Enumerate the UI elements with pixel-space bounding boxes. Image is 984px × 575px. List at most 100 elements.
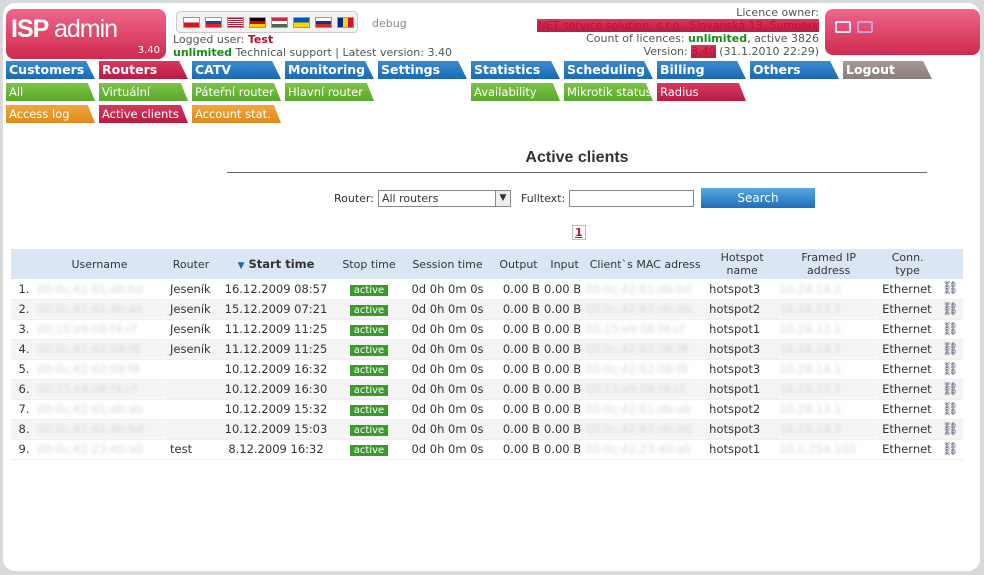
session-time-cell: 0d 0h 0m 0s bbox=[402, 279, 493, 300]
hotspot-cell: hotspot3 bbox=[705, 279, 780, 300]
submenu-active-clients[interactable]: Active clients bbox=[99, 105, 188, 123]
col-session-time[interactable]: Session time bbox=[402, 249, 493, 279]
submenu-mikrotik-status[interactable]: Mikrotik status bbox=[564, 83, 653, 101]
menu-settings[interactable]: Settings bbox=[378, 61, 467, 79]
router-select[interactable]: All routers ▼ bbox=[377, 190, 511, 207]
submenu-account-stat[interactable]: Account stat. bbox=[192, 105, 281, 123]
output-cell: 0.00 B bbox=[493, 359, 544, 380]
conn-type-cell: Ethernet bbox=[878, 299, 938, 320]
menu-catv[interactable]: CATV bbox=[192, 61, 281, 79]
flag-hu-icon[interactable] bbox=[271, 16, 288, 28]
submenu-availability[interactable]: Availability bbox=[471, 83, 560, 101]
flag-sk-icon[interactable] bbox=[205, 16, 222, 28]
row-action: ⛓ bbox=[937, 299, 963, 320]
status-badge: active bbox=[349, 385, 389, 396]
menu-logout[interactable]: Logout bbox=[843, 61, 932, 79]
submenu-paterni-router[interactable]: Páteřní router bbox=[192, 83, 281, 101]
table-row: 4. 00:0c:42:62:08:f8 Jeseník 11.12.2009 11:… bbox=[11, 339, 963, 360]
table-row: 3. 00:15:e9:08:f4:cf Jeseník 11.12.2009 11:… bbox=[11, 319, 963, 340]
search-button[interactable]: Search bbox=[701, 188, 815, 208]
col-stop-time[interactable]: Stop time bbox=[336, 249, 402, 279]
session-time-cell: 0d 0h 0m 0s bbox=[402, 379, 493, 400]
stop-time-cell: active bbox=[336, 299, 402, 320]
menu-statistics[interactable]: Statistics bbox=[471, 61, 560, 79]
stop-time-cell: active bbox=[336, 279, 402, 300]
link-icon[interactable]: ⛓ bbox=[942, 442, 959, 457]
flag-ua-icon[interactable] bbox=[293, 16, 310, 28]
status-badge: active bbox=[349, 284, 389, 296]
table-row: 8. 00:0c:42:61:db:bd 10.12.2009 15:03 activ… bbox=[11, 419, 963, 440]
pagination-page-1[interactable]: 1 bbox=[572, 225, 586, 240]
table-row: 1. 00:0c:42:61:db:bd Jeseník 16.12.2009 08:… bbox=[11, 279, 963, 300]
status-badge: active bbox=[349, 305, 389, 316]
submenu-radius[interactable]: Radius bbox=[657, 83, 746, 101]
hotspot-cell: hotspot3 bbox=[705, 419, 780, 440]
flag-us-icon[interactable] bbox=[227, 16, 244, 28]
monitor-icon[interactable] bbox=[835, 21, 851, 33]
col-conn-type[interactable]: Conn. type bbox=[878, 249, 938, 279]
debug-link[interactable]: debug bbox=[372, 17, 407, 30]
submenu-all[interactable]: All bbox=[6, 83, 95, 101]
submenu-hlavni-router[interactable]: Hlavní router bbox=[285, 83, 374, 101]
start-time-cell: 10.12.2009 16:30 bbox=[216, 379, 336, 400]
menu-routers[interactable]: Routers bbox=[99, 61, 188, 79]
page-title: Active clients bbox=[525, 149, 629, 166]
router-cell: Jeseník bbox=[166, 299, 216, 320]
menu-monitoring[interactable]: Monitoring bbox=[285, 61, 374, 79]
flag-ro-icon[interactable] bbox=[337, 16, 354, 28]
menu-scheduling[interactable]: Scheduling bbox=[564, 61, 653, 79]
col-username[interactable]: Username bbox=[33, 249, 166, 279]
logo-version: 3.40 bbox=[137, 45, 160, 56]
flag-ru-icon[interactable] bbox=[315, 16, 332, 28]
logged-label: Logged user: bbox=[173, 33, 245, 46]
framed-ip-cell: 10.0.254.100 bbox=[779, 439, 879, 460]
col-hotspot[interactable]: Hotspot name bbox=[705, 249, 780, 279]
link-icon[interactable]: ⛓ bbox=[942, 302, 959, 317]
fulltext-input[interactable] bbox=[569, 190, 695, 207]
col-mac[interactable]: Client`s MAC adress bbox=[585, 249, 706, 279]
col-router[interactable]: Router bbox=[166, 249, 216, 279]
hotspot-cell: hotspot3 bbox=[705, 339, 780, 360]
menu-others[interactable]: Others bbox=[750, 61, 839, 79]
link-icon[interactable]: ⛓ bbox=[942, 342, 959, 357]
monitor-alt-icon[interactable] bbox=[857, 21, 873, 33]
submenu-access-log[interactable]: Access log bbox=[6, 105, 95, 123]
output-cell: 0.00 B bbox=[493, 319, 544, 340]
link-icon[interactable]: ⛓ bbox=[942, 382, 959, 397]
support-unlimited: unlimited bbox=[173, 46, 233, 59]
link-icon[interactable]: ⛓ bbox=[942, 322, 959, 337]
menu-billing[interactable]: Billing bbox=[657, 61, 746, 79]
stop-time-cell: active bbox=[336, 419, 402, 440]
submenu-virtualni-router[interactable]: Virtuální router bbox=[99, 83, 188, 101]
mac-cell: 00:0c:42:61:db:bd bbox=[585, 419, 706, 440]
chevron-down-icon[interactable]: ▼ bbox=[494, 191, 510, 206]
col-input[interactable]: Input bbox=[544, 249, 586, 279]
row-action: ⛓ bbox=[937, 339, 963, 360]
link-icon[interactable]: ⛓ bbox=[942, 402, 959, 417]
start-time-cell: 10.12.2009 15:32 bbox=[216, 399, 336, 420]
link-icon[interactable]: ⛓ bbox=[942, 362, 959, 377]
link-icon[interactable]: ⛓ bbox=[942, 422, 959, 437]
col-start-time[interactable]: ▼ Start time bbox=[216, 249, 336, 279]
row-action: ⛓ bbox=[937, 399, 963, 420]
support-text[interactable]: Technical support | Latest version: 3.40 bbox=[236, 46, 452, 59]
hotspot-cell: hotspot1 bbox=[705, 439, 780, 460]
output-cell: 0.00 B bbox=[493, 299, 544, 320]
router-cell bbox=[166, 399, 216, 420]
start-time-cell: 11.12.2009 11:25 bbox=[216, 319, 336, 340]
user-info: Logged user: Test unlimited Technical su… bbox=[173, 33, 452, 59]
menu-customers[interactable]: Customers bbox=[6, 61, 95, 79]
framed-ip-cell: 10.24.12.1 bbox=[779, 319, 879, 340]
logo[interactable]: ISP admin 3.40 bbox=[6, 9, 166, 59]
col-output[interactable]: Output bbox=[493, 249, 544, 279]
router-cell bbox=[166, 379, 216, 400]
username-cell: 00:15:e9:08:f4:cf bbox=[33, 379, 166, 400]
flag-cz-icon[interactable] bbox=[183, 16, 200, 28]
link-icon[interactable]: ⛓ bbox=[942, 281, 959, 296]
sort-desc-icon: ▼ bbox=[237, 261, 245, 271]
start-time-cell: 10.12.2009 15:03 bbox=[216, 419, 336, 440]
row-index: 4. bbox=[11, 339, 33, 360]
flag-de-icon[interactable] bbox=[249, 16, 266, 28]
col-framed-ip[interactable]: Framed IP address bbox=[779, 249, 879, 279]
output-cell: 0.00 B bbox=[493, 439, 544, 460]
